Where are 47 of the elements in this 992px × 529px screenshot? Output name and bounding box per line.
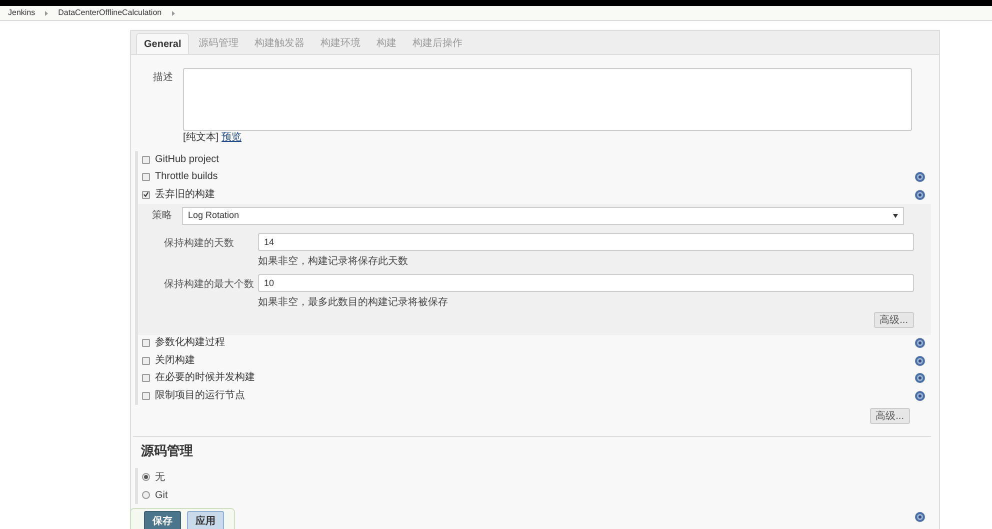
- checkbox-label: 丢弃旧的构建: [155, 190, 215, 200]
- checkbox-label: 参数化构建过程: [155, 338, 225, 348]
- save-button[interactable]: 保存: [144, 511, 181, 529]
- help-icon[interactable]: [915, 373, 925, 384]
- field-label: 保持构建的最大个数: [164, 278, 254, 290]
- help-icon[interactable]: [915, 356, 925, 366]
- tab[interactable]: General: [136, 33, 190, 54]
- help-icon[interactable]: [915, 172, 925, 182]
- checkbox[interactable]: [142, 374, 150, 382]
- strategy-dropdown[interactable]: Log Rotation: [182, 206, 904, 224]
- section-heading: 源码管理: [140, 442, 194, 460]
- breadcrumb-link[interactable]: DataCenterOfflineCalculation: [58, 7, 162, 19]
- field-label: 描述: [153, 70, 174, 85]
- checkbox-label: GitHub project: [155, 154, 219, 165]
- field-hint: 如果非空，构建记录将保存此天数: [258, 256, 409, 266]
- field-hint: 如果非空，最多此数目的构建记录将被保存: [258, 298, 449, 308]
- help-icon[interactable]: [915, 190, 925, 200]
- radio-button[interactable]: [142, 491, 150, 499]
- checkbox-label: 在必要的时候并发构建: [155, 373, 255, 384]
- checkbox[interactable]: [142, 339, 150, 348]
- chevron-icon: [45, 10, 48, 16]
- field-label: 策略: [152, 209, 173, 223]
- apply-button[interactable]: 应用: [187, 511, 224, 529]
- checkbox-label: 限制项目的运行节点: [155, 390, 245, 401]
- checkbox[interactable]: [142, 156, 150, 164]
- help-icon[interactable]: [915, 390, 925, 401]
- help-icon[interactable]: [915, 512, 925, 522]
- format-label: [纯文本]: [183, 133, 219, 143]
- checkbox-label: Throttle builds: [155, 172, 218, 182]
- advanced-button[interactable]: 高级...: [874, 312, 914, 328]
- field-label: 保持构建的天数: [164, 238, 234, 248]
- breadcrumb-link[interactable]: Jenkins: [8, 7, 36, 19]
- help-icon[interactable]: [915, 338, 925, 348]
- radio-button[interactable]: [142, 473, 150, 481]
- preview-link[interactable]: 预览: [222, 133, 242, 143]
- checkbox-label: 关闭构建: [155, 356, 195, 366]
- radio-label: 无: [155, 470, 165, 484]
- checkbox[interactable]: [142, 173, 150, 182]
- chevron-icon: [172, 10, 175, 16]
- checkbox[interactable]: [142, 356, 150, 365]
- advanced-button[interactable]: 高级...: [870, 408, 910, 424]
- checkbox[interactable]: [142, 392, 150, 400]
- caret-icon: [893, 214, 898, 218]
- radio-label: Git: [155, 488, 168, 502]
- number-input[interactable]: 14: [258, 232, 914, 250]
- number-input[interactable]: 10: [258, 274, 914, 292]
- checkbox[interactable]: [142, 190, 150, 199]
